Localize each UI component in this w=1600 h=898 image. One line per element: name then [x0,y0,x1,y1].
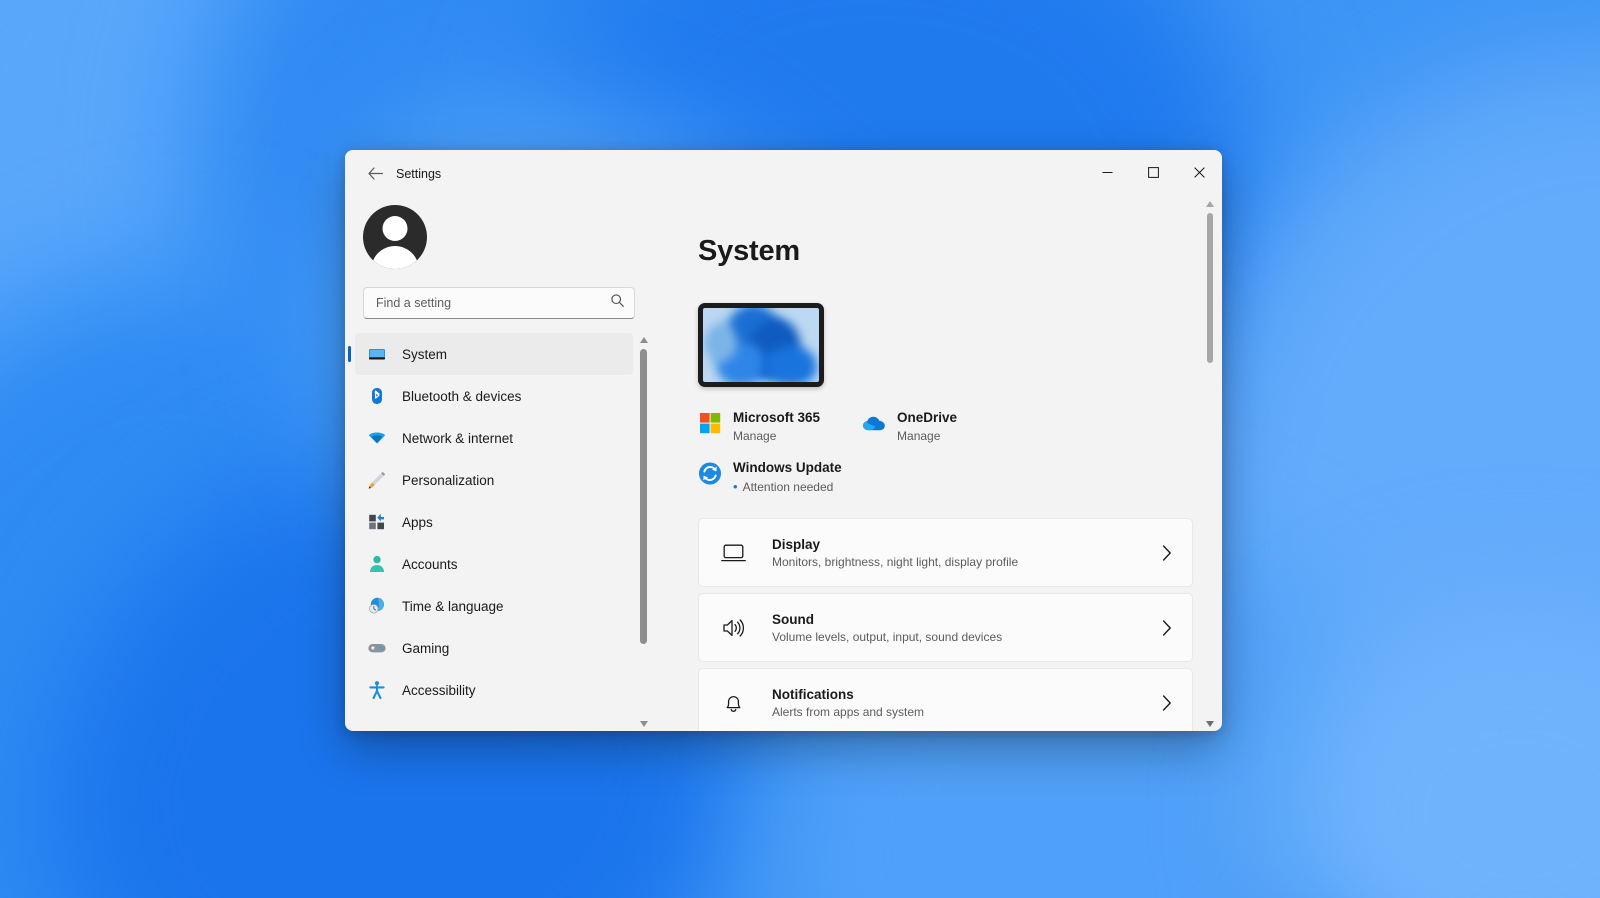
service-sub: Manage [733,429,777,444]
sidebar-item-label: Accessibility [402,682,476,698]
maximize-icon [1147,165,1159,183]
minimize-icon [1102,165,1113,183]
monitor-icon [719,539,747,567]
desktop-wallpaper: Settings Find a setting System Bluetooth… [0,0,1600,898]
settings-card-display[interactable]: Display Monitors, brightness, night ligh… [698,518,1193,588]
clock-globe-icon [366,595,388,617]
sidebar-item-network-internet[interactable]: Network & internet [355,417,633,459]
sidebar-item-personalization[interactable]: Personalization [355,459,633,501]
sidebar-item-label: Network & internet [402,430,514,446]
user-avatar[interactable] [363,205,427,269]
window-body: System Bluetooth & devices [345,197,1222,731]
avatar-row [345,197,655,269]
service-sub: Manage [897,429,941,444]
service-microsoft-365[interactable]: Microsoft 365 Manage [698,409,820,443]
accessibility-icon [366,679,388,701]
system-icon [366,343,388,365]
page-title: System [698,235,800,267]
update-text: Windows Update Attention needed [733,459,842,494]
services-row: Microsoft 365 Manage OneDrive Manage [698,409,1222,443]
card-text: Display Monitors, brightness, night ligh… [772,537,1158,569]
microsoft-logo-icon [698,411,722,435]
accounts-icon [366,553,388,575]
search-input[interactable] [376,296,610,310]
wifi-icon [366,427,388,449]
service-text: Microsoft 365 Manage [733,409,820,443]
window-titlebar: Settings [345,150,1222,197]
settings-card-sound[interactable]: Sound Volume levels, output, input, soun… [698,593,1193,663]
sidebar-item-label: Gaming [402,640,450,656]
search-icon[interactable] [610,293,625,313]
search-box[interactable] [363,287,635,319]
sidebar-scroll-track[interactable] [636,347,651,717]
sidebar-item-gaming[interactable]: Gaming [355,627,633,669]
sidebar-item-label: Bluetooth & devices [402,388,522,404]
sidebar-item-label: Apps [402,514,433,530]
apps-icon [366,511,388,533]
settings-cards: Display Monitors, brightness, night ligh… [698,518,1222,731]
sidebar-scroll-thumb[interactable] [640,349,647,644]
service-windows-update[interactable]: Windows Update Attention needed [698,459,1222,494]
card-title: Display [772,536,821,552]
chevron-right-icon [1158,695,1176,711]
maximize-button[interactable] [1130,150,1176,197]
sidebar: System Bluetooth & devices [345,197,655,731]
bell-icon [719,689,747,717]
chevron-right-icon [1158,545,1176,561]
window-controls [1084,150,1222,197]
service-name: OneDrive [897,410,958,425]
main-content: System Microsoft 365 Manage OneDrive Man… [655,197,1222,731]
minimize-button[interactable] [1084,150,1130,197]
update-name: Windows Update [733,460,842,476]
speaker-icon [719,614,747,642]
sidebar-item-accessibility[interactable]: Accessibility [355,669,633,711]
sidebar-item-system[interactable]: System [355,333,633,375]
search-container [345,269,655,319]
device-preview-image [698,303,824,387]
close-button[interactable] [1176,150,1222,197]
card-title: Notifications [772,686,854,702]
sidebar-item-label: Personalization [402,472,495,488]
card-text: Notifications Alerts from apps and syste… [772,687,1158,719]
update-status: Attention needed [733,479,842,494]
sidebar-item-label: Accounts [402,556,458,572]
service-onedrive[interactable]: OneDrive Manage [862,409,957,443]
gamepad-icon [366,637,388,659]
sidebar-scrollbar[interactable] [636,333,651,731]
content-scrollbar[interactable] [1203,197,1217,731]
back-arrow-icon [367,167,383,180]
close-icon [1193,165,1205,183]
chevron-right-icon [1158,620,1176,636]
sidebar-item-label: Time & language [402,598,504,614]
windows-update-icon [698,461,722,485]
back-button[interactable] [358,159,392,189]
content-scroll-track[interactable] [1203,211,1217,717]
settings-card-notifications[interactable]: Notifications Alerts from apps and syste… [698,668,1193,731]
card-subtitle: Monitors, brightness, night light, displ… [772,554,1019,569]
sidebar-item-apps[interactable]: Apps [355,501,633,543]
card-subtitle: Alerts from apps and system [772,704,925,719]
bluetooth-icon [366,385,388,407]
sidebar-item-time-language[interactable]: Time & language [355,585,633,627]
sidebar-nav-list: System Bluetooth & devices Network & int… [345,333,655,731]
sidebar-item-label: System [402,346,448,362]
paintbrush-icon [366,469,388,491]
service-name: Microsoft 365 [733,410,821,425]
scroll-down-arrow-icon[interactable] [1203,717,1217,731]
scroll-down-arrow-icon[interactable] [636,717,651,731]
scroll-up-arrow-icon[interactable] [636,333,651,347]
sidebar-item-accounts[interactable]: Accounts [355,543,633,585]
card-text: Sound Volume levels, output, input, soun… [772,612,1158,644]
app-title: Settings [396,166,442,181]
content-scroll-thumb[interactable] [1207,213,1213,363]
settings-window: Settings Find a setting System Bluetooth… [345,150,1222,731]
service-text: OneDrive Manage [897,409,957,443]
card-subtitle: Volume levels, output, input, sound devi… [772,629,1003,644]
sidebar-item-bluetooth-devices[interactable]: Bluetooth & devices [355,375,633,417]
onedrive-icon [862,411,886,435]
scroll-up-arrow-icon[interactable] [1203,197,1217,211]
card-title: Sound [772,611,814,627]
